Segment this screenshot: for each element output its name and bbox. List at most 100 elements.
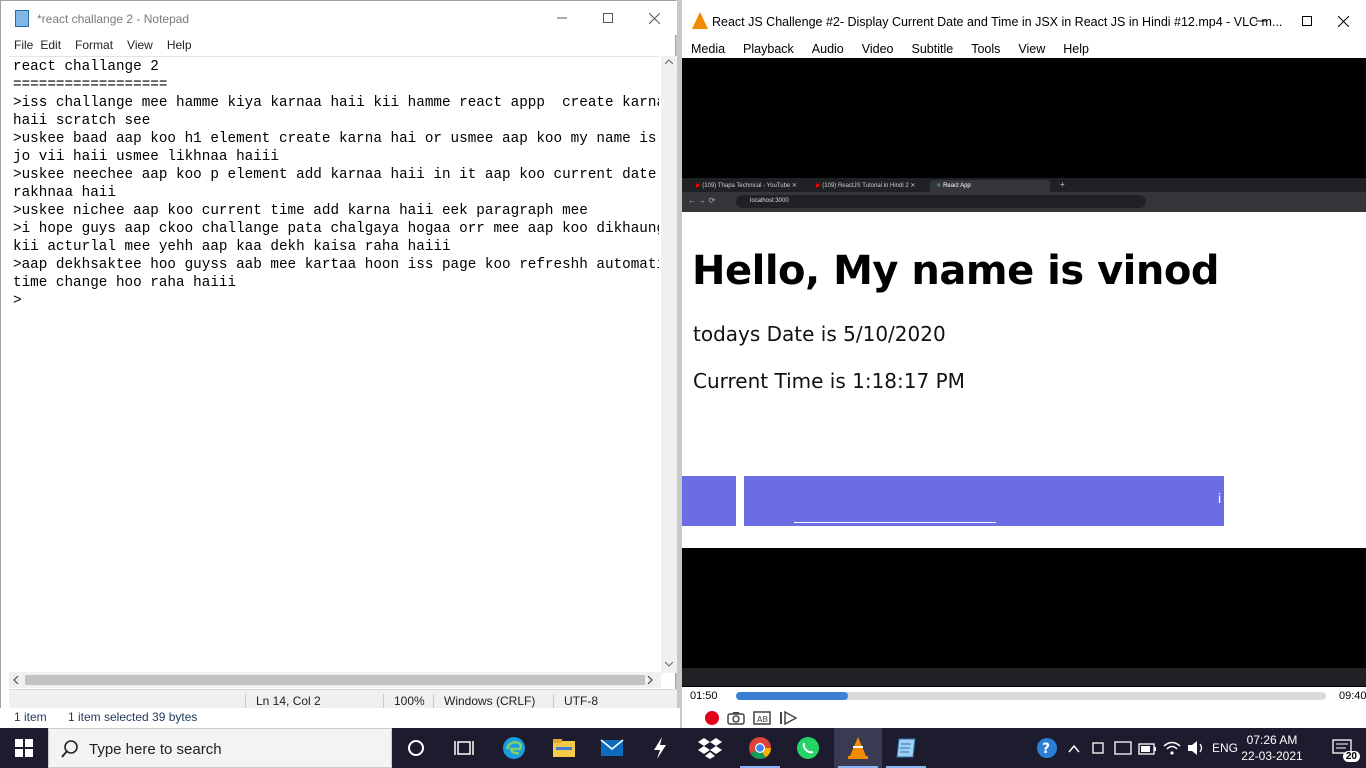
vlc-titlebar[interactable]: React JS Challenge #2- Display Current D… (682, 0, 1366, 40)
loop-ab-button[interactable]: AB (752, 709, 772, 727)
lightning-icon (654, 737, 666, 759)
maximize-button[interactable] (585, 1, 631, 35)
menu-format[interactable]: Format (75, 35, 127, 55)
horizontal-scrollbar[interactable] (9, 672, 661, 688)
record-icon (705, 711, 719, 725)
loop-ab-icon: AB (753, 711, 771, 725)
close-button[interactable] (631, 1, 677, 35)
taskbar-search[interactable]: Type here to search (48, 728, 392, 768)
minimize-icon (1256, 20, 1266, 22)
notepad-window[interactable]: *react challange 2 - Notepad File Edit F… (0, 0, 677, 728)
selection-info: 1 item selected 39 bytes (68, 710, 198, 724)
taskbar: Type here to search ? ENG 07:26 AM 22-03… (0, 728, 1366, 768)
speaker-icon (1188, 741, 1203, 755)
notepad-menubar: File Edit Format View Help (1, 35, 677, 55)
edge-button[interactable] (490, 728, 538, 768)
notepad-taskbar-button[interactable] (882, 728, 930, 768)
vertical-scrollbar[interactable] (661, 56, 677, 673)
vlc-menu-playback[interactable]: Playback (737, 40, 806, 58)
vlc-minimize-button[interactable] (1238, 4, 1284, 38)
record-button[interactable] (702, 709, 722, 727)
notepad-icon (896, 738, 916, 758)
volume-tray-icon[interactable] (1186, 740, 1206, 761)
notepad-content[interactable]: react challange 2 ================== >is… (9, 57, 659, 310)
vlc-close-button[interactable] (1320, 4, 1366, 38)
video-area[interactable]: ▶ (109) Thapa Technical - YouTube ✕ ▶ (1… (682, 58, 1366, 687)
browser-tab-youtube: ▶ (109) Thapa Technical - YouTube ✕ (696, 183, 797, 189)
vlc-menu-tools[interactable]: Tools (965, 40, 1012, 58)
taskbar-clock[interactable]: 07:26 AM 22-03-2021 (1240, 732, 1304, 764)
menu-edit[interactable]: Edit (40, 35, 75, 55)
frame-step-button[interactable] (778, 709, 798, 727)
tray-app-icon[interactable] (1114, 740, 1132, 761)
seek-progress (736, 692, 849, 700)
battery-tray-icon[interactable] (1138, 742, 1158, 760)
browser-tab-react-app: ⚛ React App (930, 180, 1050, 192)
maximize-icon (1302, 16, 1312, 26)
tray-device-icon[interactable] (1090, 740, 1106, 761)
react-app-page: Hello, My name is vinod todays Date is 5… (682, 212, 1366, 548)
snapshot-button[interactable] (726, 709, 746, 727)
vlc-menu-subtitle[interactable]: Subtitle (906, 40, 966, 58)
notification-badge: 20 (1342, 751, 1360, 762)
minimize-icon (557, 17, 567, 19)
clock-date: 22-03-2021 (1241, 749, 1303, 763)
youtube-icon: ▶ (816, 183, 821, 189)
mail-button[interactable] (588, 728, 636, 768)
battery-icon (1138, 743, 1156, 755)
menu-file[interactable]: File (1, 35, 40, 55)
vlc-menu-help[interactable]: Help (1057, 40, 1101, 58)
date-paragraph: todays Date is 5/10/2020 (693, 322, 946, 346)
vlc-controls: 01:50 09:40 AB (682, 687, 1366, 728)
item-count: 1 item (14, 710, 47, 724)
minimize-button[interactable] (539, 1, 585, 35)
frame-step-icon (780, 710, 797, 726)
vlc-title: React JS Challenge #2- Display Current D… (712, 15, 1283, 29)
file-explorer-button[interactable] (540, 728, 588, 768)
scroll-thumb[interactable] (25, 675, 645, 685)
notepad-titlebar[interactable]: *react challange 2 - Notepad (1, 1, 677, 35)
new-tab-icon: + (1060, 180, 1065, 189)
vlc-menu-view[interactable]: View (1012, 40, 1057, 58)
browser-address-bar: localhost:3000 (736, 195, 1146, 208)
help-icon: ? (1037, 738, 1057, 758)
maximize-icon (603, 13, 613, 23)
app-bolt-button[interactable] (636, 728, 684, 768)
wifi-tray-icon[interactable] (1162, 740, 1182, 761)
vlc-cone-icon (692, 12, 708, 29)
search-icon (61, 740, 78, 758)
vlc-cone-icon (848, 737, 868, 759)
menu-view[interactable]: View (127, 35, 167, 55)
vlc-menu-audio[interactable]: Audio (806, 40, 856, 58)
wifi-icon (1163, 741, 1181, 755)
vlc-menu-video[interactable]: Video (856, 40, 906, 58)
camera-icon (727, 712, 745, 725)
overlay-banner-right: i (744, 476, 1224, 526)
svg-text:?: ? (1042, 741, 1050, 757)
chrome-button[interactable] (736, 728, 784, 768)
recorded-taskbar-strip (682, 668, 1366, 686)
show-hidden-icons[interactable] (1068, 741, 1080, 759)
language-indicator[interactable]: ENG (1212, 741, 1238, 755)
dropbox-button[interactable] (686, 728, 734, 768)
chrome-icon (749, 737, 771, 759)
svg-text:AB: AB (757, 715, 768, 724)
vlc-menu-media[interactable]: Media (682, 40, 737, 58)
seek-bar[interactable] (736, 692, 1326, 700)
scroll-up-icon (665, 59, 673, 65)
help-tray-icon[interactable]: ? (1036, 737, 1058, 764)
h1-heading: Hello, My name is vinod (692, 248, 1219, 294)
overlay-banner-left (682, 476, 736, 526)
browser-toolbar: ← → ⟳ localhost:3000 (682, 192, 1366, 212)
vlc-taskbar-button[interactable] (834, 728, 882, 768)
cortana-button[interactable] (392, 728, 440, 768)
action-center-button[interactable]: 20 (1318, 728, 1366, 768)
whatsapp-button[interactable] (784, 728, 832, 768)
menu-help[interactable]: Help (167, 35, 206, 55)
start-button[interactable] (0, 728, 48, 768)
task-view-button[interactable] (440, 728, 488, 768)
edge-icon (503, 737, 525, 759)
notepad-text-area[interactable]: react challange 2 ================== >is… (9, 56, 659, 673)
notepad-title: *react challange 2 - Notepad (37, 12, 190, 26)
vlc-window[interactable]: React JS Challenge #2- Display Current D… (682, 0, 1366, 728)
